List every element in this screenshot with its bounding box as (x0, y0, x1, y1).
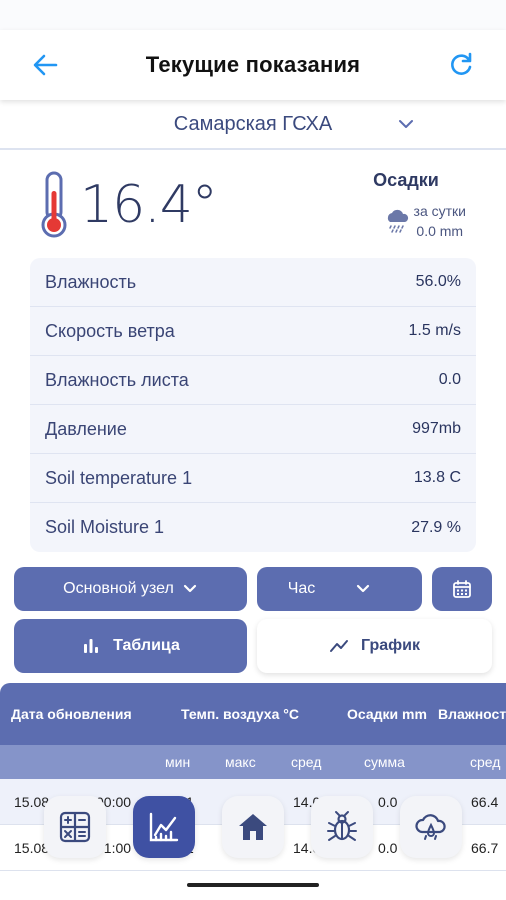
metric-row-pressure: Давление 997mb (30, 405, 476, 454)
status-bar (0, 0, 506, 30)
bar-chart-icon (84, 639, 99, 653)
arrow-left-icon[interactable] (30, 52, 60, 78)
cloud-rain-icon (415, 814, 446, 840)
bottom-nav (0, 796, 506, 862)
table-subheader: мин макс сред сумма сред (0, 745, 506, 779)
calendar-button[interactable] (432, 567, 492, 611)
metric-value: 997mb (412, 420, 461, 437)
node-dropdown[interactable]: Основной узел (14, 567, 247, 611)
precipitation-period: за сутки (413, 203, 466, 219)
metric-value: 1.5 m/s (408, 322, 461, 339)
metric-label: Влажность (45, 271, 137, 292)
thermometer-icon (41, 171, 67, 238)
metric-value: 56.0% (415, 273, 461, 290)
column-header-humidity: Влажность (438, 706, 506, 722)
view-toggle: Таблица График (14, 619, 492, 673)
chevron-down-icon (183, 584, 196, 593)
subheader-max: макс (225, 754, 256, 770)
metric-value: 0.0 (438, 371, 461, 388)
nav-pests[interactable] (311, 796, 373, 858)
app-bar: Текущие показания (0, 30, 506, 100)
subheader-min: мин (165, 754, 191, 770)
period-dropdown[interactable]: Час (257, 567, 422, 611)
page-title: Текущие показания (145, 52, 361, 77)
nav-home[interactable] (222, 796, 284, 858)
filter-controls: Основной узел Час (14, 567, 492, 611)
column-header-date: Дата обновления (11, 706, 132, 722)
subheader-avg: сред (291, 754, 322, 770)
bug-icon (327, 811, 357, 841)
metric-row-leaf-wetness: Влажность листа 0.0 (30, 356, 476, 405)
line-chart-icon (330, 640, 348, 652)
station-name: Самарская ГСХА (173, 112, 333, 135)
chevron-down-icon (399, 120, 413, 128)
subheader-humidity-avg: сред (470, 754, 501, 770)
metric-row-wind-speed: Скорость ветра 1.5 m/s (30, 307, 476, 356)
metric-row-soil-temperature: Soil temperature 1 13.8 C (30, 454, 476, 503)
home-indicator (187, 883, 319, 887)
tab-table-label: Таблица (113, 637, 180, 654)
tab-chart-label: График (361, 637, 420, 654)
period-dropdown-label: Час (287, 580, 316, 597)
column-header-precip: Осадки mm (347, 706, 427, 722)
metric-label: Влажность листа (45, 369, 189, 390)
precipitation-value: 0.0 mm (416, 223, 464, 239)
node-dropdown-label: Основной узел (63, 580, 174, 597)
temperature-value: 16.4° (80, 175, 218, 235)
nav-weather[interactable] (400, 796, 462, 858)
refresh-icon[interactable] (446, 50, 476, 80)
metric-row-humidity: Влажность 56.0% (30, 258, 476, 307)
metric-label: Soil Moisture 1 (45, 517, 165, 537)
current-temperature: 16.4° (38, 170, 218, 240)
metric-label: Давление (45, 418, 127, 439)
calculator-icon (59, 811, 91, 843)
station-selector[interactable]: Самарская ГСХА (0, 100, 506, 150)
rain-cloud-icon (387, 209, 408, 233)
precipitation-block: Осадки за сутки 0.0 mm (346, 170, 466, 241)
column-header-air-temp: Темп. воздуха °C (181, 706, 299, 722)
chevron-down-icon (357, 584, 370, 593)
subheader-sum: сумма (364, 754, 405, 770)
precipitation-title: Осадки (373, 170, 439, 190)
metric-value: 27.9 % (411, 518, 461, 536)
tab-chart[interactable]: График (257, 619, 492, 673)
metric-label: Soil temperature 1 (45, 467, 193, 488)
home-icon (239, 814, 267, 840)
chart-icon (149, 812, 179, 842)
metric-value: 13.8 C (413, 469, 461, 486)
tab-table[interactable]: Таблица (14, 619, 247, 673)
nav-readings[interactable] (133, 796, 195, 858)
table-header: Дата обновления Темп. воздуха °C Осадки … (0, 683, 506, 745)
metric-row-soil-moisture: Soil Moisture 1 27.9 % (30, 503, 476, 552)
calendar-icon (453, 580, 471, 598)
nav-calculator[interactable] (44, 796, 106, 858)
metrics-list: Влажность 56.0% Скорость ветра 1.5 m/s В… (30, 258, 476, 552)
metric-label: Скорость ветра (45, 320, 175, 341)
